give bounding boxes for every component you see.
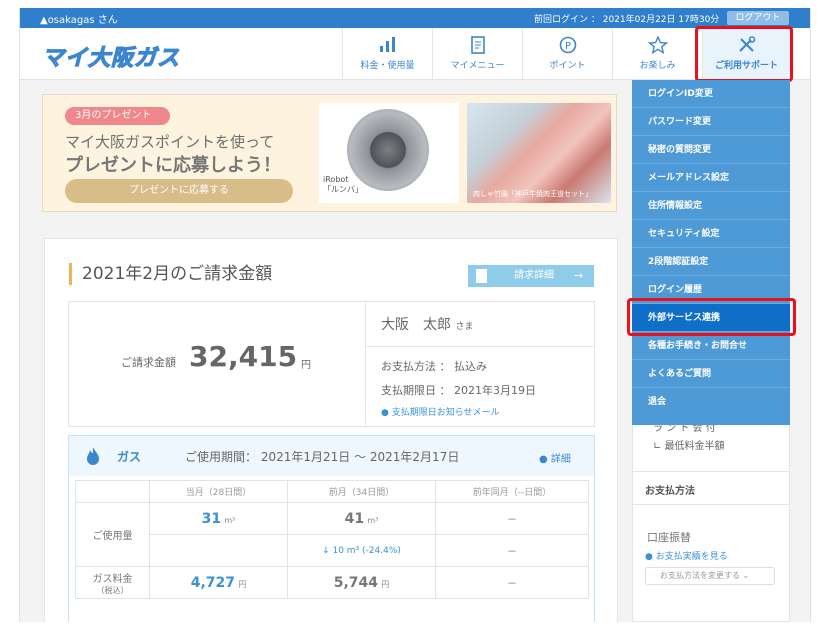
nav-label: ポイント	[549, 61, 586, 71]
bill-title: 2021年2月のご請求金額	[69, 263, 272, 285]
gas-usage-box: ガス ご使用期間： 2021年1月21日 ～ 2021年2月17日 ● 詳細 当…	[68, 435, 595, 622]
menu-item-address[interactable]: 住所情報設定	[632, 192, 790, 220]
bill-detail-button[interactable]: 請求詳細 →	[468, 265, 594, 287]
nav-label: マイメニュー	[450, 61, 505, 71]
document-icon	[470, 36, 485, 54]
usage-prev-year: －	[435, 502, 589, 535]
svg-text:P: P	[564, 41, 570, 52]
change-payment-select[interactable]: お支払方法を変更する ⌄	[645, 567, 775, 585]
nav-my-menu[interactable]: マイメニュー	[432, 28, 522, 80]
star-icon	[647, 36, 668, 54]
amount-value: 32,415	[189, 340, 298, 373]
robot-image: iRobot 「ルンバ」	[319, 103, 459, 203]
table-row: ガス料金 （税込） 4,727 円 5,744 円 －	[75, 566, 589, 599]
bill-card: 2021年2月のご請求金額 請求詳細 → ご請求金額 32,415 円 大阪 太…	[44, 238, 618, 622]
usage-current: 31 m³	[149, 502, 288, 535]
empty-cell	[149, 534, 288, 567]
meat-caption: 肉しゃ竹園「神戸牛焼肉王道セット」	[473, 190, 592, 198]
nav-point[interactable]: P ポイント	[522, 28, 612, 80]
payee-box: 大阪 太郎 さま お支払方法 ： 払込み 支払期限日 ： 2021年3月19日 …	[365, 301, 595, 427]
gas-label: ガス	[117, 450, 142, 464]
highlight-external-services	[627, 298, 796, 336]
header: マイ大阪ガス 料金・使用量 マイメニュー P ポイント お楽しみ ご利用サポート	[20, 28, 810, 80]
usage-label: ご使用量	[75, 502, 150, 567]
payee-name: 大阪 太郎 さま	[381, 317, 474, 333]
usage-period: ご使用期間： 2021年1月21日 ～ 2021年2月17日	[185, 450, 460, 464]
user-name: ▲osakagas さん	[40, 15, 118, 26]
header-cell: 前年同月（--日間）	[435, 480, 589, 503]
meat-image: 肉しゃ竹園「神戸牛焼肉王道セット」	[467, 103, 611, 203]
menu-item-withdraw[interactable]: 退会	[632, 388, 790, 416]
apply-present-button[interactable]: プレゼントに応募する	[65, 179, 293, 203]
nav-label: 料金・使用量	[360, 61, 415, 71]
present-badge: 3月のプレゼント	[65, 107, 170, 125]
side-line2: ∟ 最低料金半額	[653, 441, 725, 452]
nav-label: お楽しみ	[639, 61, 676, 71]
support-dropdown-menu: ログインID変更 パスワード変更 秘密の質問変更 メールアドレス設定 住所情報設…	[632, 80, 790, 425]
header-cell	[75, 480, 150, 503]
fee-current: 4,727 円	[149, 566, 288, 599]
menu-item-password[interactable]: パスワード変更	[632, 108, 790, 136]
due-date: 支払期限日 ： 2021年3月19日	[381, 384, 536, 397]
table-row: ご使用量 31 m³ 41 m³ －	[75, 502, 589, 567]
amount-box: ご請求金額 32,415 円	[68, 301, 366, 427]
flame-icon	[87, 447, 99, 465]
banner-line2: プレゼントに応募しよう！	[65, 155, 281, 176]
usage-prev: 41 m³	[287, 502, 436, 535]
fee-prev-year: －	[435, 566, 589, 599]
detail-label: 請求詳細	[514, 270, 554, 281]
menu-item-two-factor[interactable]: 2段階認証設定	[632, 248, 790, 276]
page-frame: ▲osakagas さん 前回ログイン ： 2021年02月22日 17時30分…	[19, 8, 811, 622]
fee-label: ガス料金 （税込）	[75, 566, 150, 599]
amount-unit: 円	[301, 360, 311, 371]
document-icon	[476, 269, 487, 283]
payment-section: お支払方法	[633, 471, 789, 505]
present-banner[interactable]: 3月のプレゼント マイ大阪ガスポイントを使って プレゼントに応募しよう！ プレゼ…	[42, 94, 617, 212]
header-cell: 前月（34日間）	[287, 480, 436, 503]
gas-header: ガス ご使用期間： 2021年1月21日 ～ 2021年2月17日 ● 詳細	[69, 436, 594, 476]
logout-button[interactable]: ログアウト	[727, 11, 789, 25]
usage-table: 当月（28日間） 前月（34日間） 前年同月（--日間） ご使用量 31 m³ …	[75, 480, 589, 599]
arrow-right-icon: →	[574, 269, 584, 282]
payment-section-title: お支払方法	[645, 486, 695, 497]
menu-item-faq[interactable]: よくあるご質問	[632, 360, 790, 388]
menu-item-login-id[interactable]: ログインID変更	[632, 80, 790, 108]
point-icon: P	[559, 36, 576, 54]
payment-history-link[interactable]: ● お支払実績を見る	[645, 549, 728, 562]
gas-details-link[interactable]: ● 詳細	[539, 450, 571, 465]
highlight-support	[695, 26, 793, 82]
bar-chart-icon	[379, 37, 395, 52]
top-bar: ▲osakagas さん 前回ログイン ： 2021年02月22日 17時30分…	[20, 8, 810, 28]
fee-prev: 5,744 円	[287, 566, 436, 599]
menu-item-email[interactable]: メールアドレス設定	[632, 164, 790, 192]
menu-item-security[interactable]: セキュリティ設定	[632, 220, 790, 248]
menu-item-secret-question[interactable]: 秘密の質問変更	[632, 136, 790, 164]
banner-line1: マイ大阪ガスポイントを使って	[65, 133, 275, 151]
robot-caption: iRobot 「ルンバ」	[323, 175, 363, 194]
header-cell: 当月（28日間）	[149, 480, 288, 503]
pay-method: お支払方法 ： 払込み	[381, 360, 487, 373]
last-login: 前回ログイン ： 2021年02月22日 17時30分	[534, 15, 720, 25]
menu-item-procedures[interactable]: 各種お手続き・お問合せ	[632, 332, 790, 360]
usage-diff-prev-year: －	[435, 534, 589, 567]
divider	[365, 346, 595, 347]
nav-bill-usage[interactable]: 料金・使用量	[342, 28, 432, 80]
site-logo[interactable]: マイ大阪ガス	[41, 40, 180, 72]
table-row: ↓ 10 m³ (-24.4%) －	[76, 534, 589, 567]
amount-label: ご請求金額	[121, 356, 176, 369]
table-header-row: 当月（28日間） 前月（34日間） 前年同月（--日間）	[75, 480, 589, 503]
payment-method: 口座振替	[647, 531, 691, 544]
due-reminder-link[interactable]: ● 支払期限日お知らせメール	[381, 405, 500, 418]
usage-diff: ↓ 10 m³ (-24.4%)	[287, 534, 436, 567]
nav-enjoy[interactable]: お楽しみ	[612, 28, 702, 80]
